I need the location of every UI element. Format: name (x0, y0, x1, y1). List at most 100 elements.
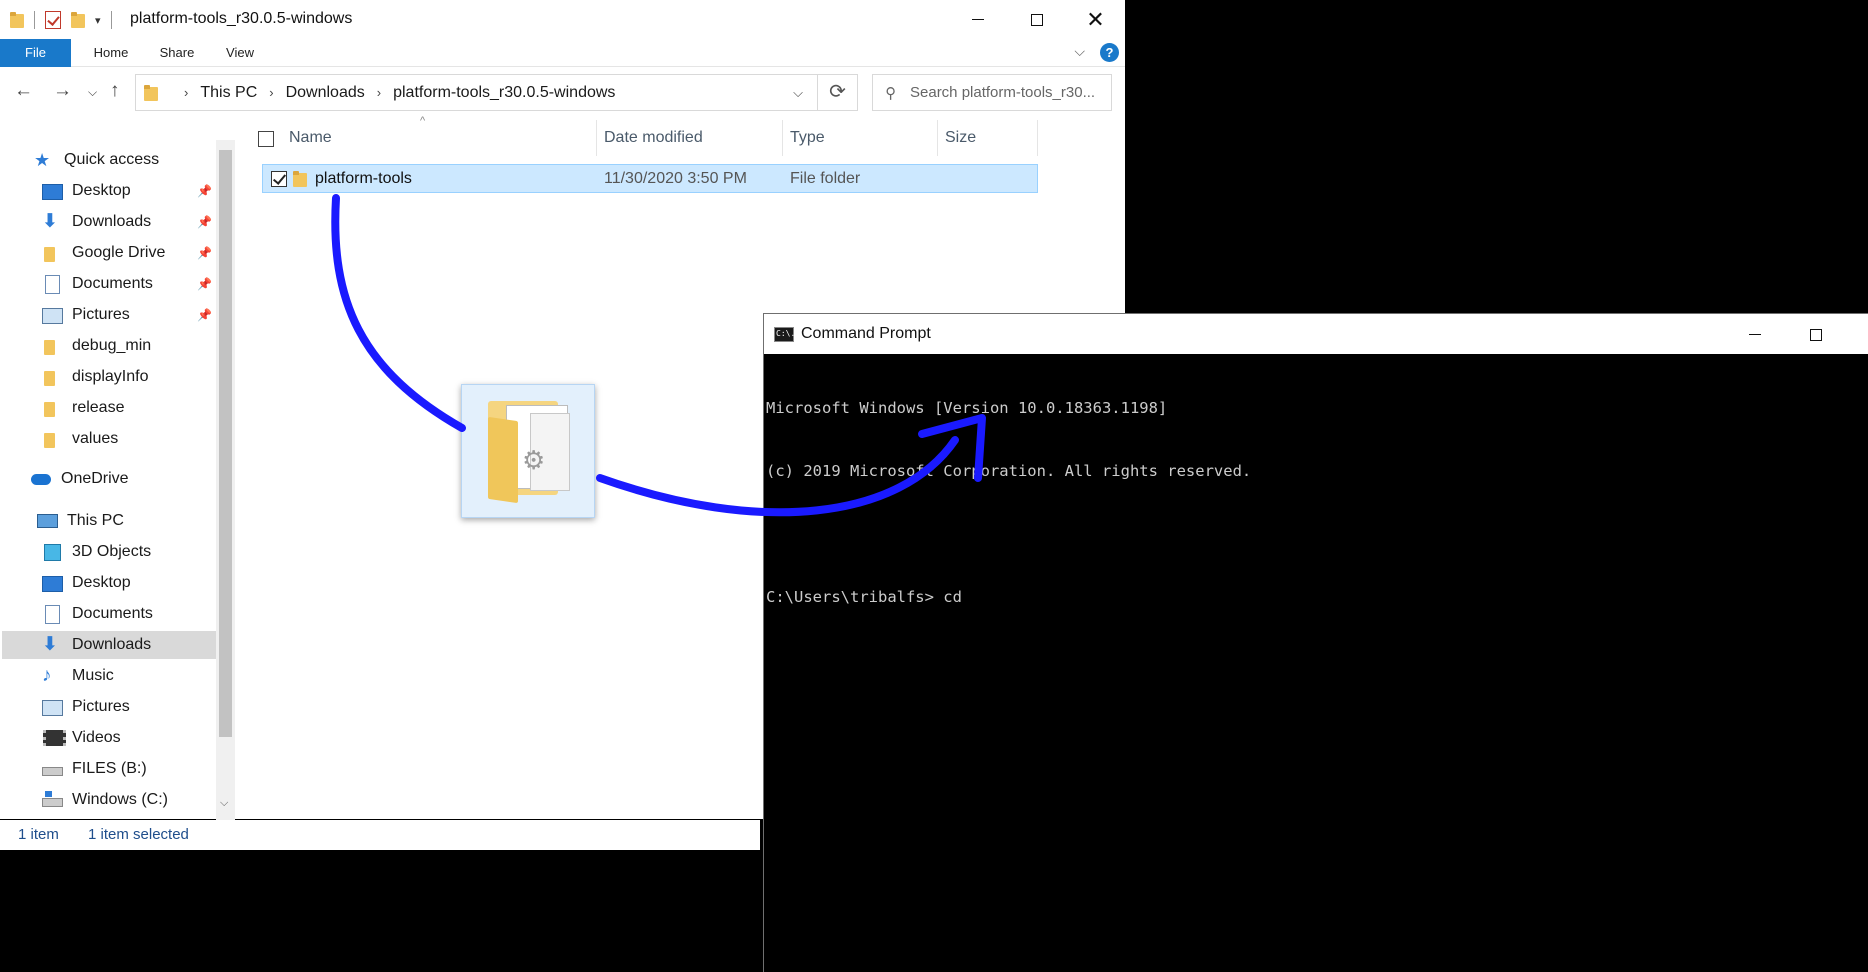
folder-icon (10, 12, 24, 28)
toolbar-divider (110, 11, 112, 29)
tab-home[interactable]: Home (86, 39, 136, 67)
download-icon: ⬇ (42, 634, 58, 655)
tab-file[interactable]: File (0, 39, 71, 67)
nav-item-displayinfo[interactable]: displayInfo (42, 363, 149, 391)
nav-item-pictures-pc[interactable]: Pictures (42, 693, 130, 721)
address-bar[interactable]: › This PC › Downloads › platform-tools_r… (135, 74, 818, 111)
maximize-button[interactable] (1007, 0, 1066, 39)
nav-label: Pictures (72, 698, 130, 715)
tab-share[interactable]: Share (152, 39, 202, 67)
minimize-button[interactable] (948, 0, 1007, 39)
select-all-checkbox[interactable] (258, 131, 274, 147)
chevron-right-icon[interactable]: › (377, 85, 381, 100)
new-folder-icon[interactable] (71, 12, 85, 28)
nav-item-desktop[interactable]: Desktop 📌 (42, 177, 212, 205)
help-icon[interactable]: ? (1100, 43, 1119, 62)
pin-icon[interactable]: 📌 (197, 246, 212, 260)
tab-view[interactable]: View (218, 39, 262, 67)
maximize-button[interactable] (1785, 314, 1846, 355)
nav-item-pictures[interactable]: Pictures 📌 (42, 301, 212, 329)
desktop-icon (42, 574, 63, 592)
folder-icon (42, 244, 62, 262)
up-button[interactable]: ↑ (110, 80, 120, 102)
dragged-folder-preview: ⚙ (461, 384, 595, 518)
nav-item-documents[interactable]: Documents 📌 (42, 270, 212, 298)
expand-ribbon-icon[interactable]: ⌵ (1074, 43, 1085, 60)
explorer-titlebar: ▾ platform-tools_r30.0.5-windows ✕ (0, 0, 1125, 39)
column-header-type[interactable]: Type (783, 120, 938, 156)
nav-item-release[interactable]: release (42, 394, 124, 422)
recent-locations-button[interactable]: ⌵ (88, 85, 97, 100)
search-input[interactable]: ⚲ Search platform-tools_r30... (872, 74, 1112, 111)
nav-item-documents-pc[interactable]: Documents (42, 600, 153, 628)
chevron-right-icon[interactable]: › (269, 85, 273, 100)
nav-label: FILES (B:) (72, 760, 147, 777)
forward-button[interactable]: → (53, 80, 72, 102)
file-type: File folder (790, 170, 861, 187)
column-header-date-modified[interactable]: Date modified (597, 120, 783, 156)
customize-toolbar-icon[interactable]: ▾ (95, 14, 101, 27)
console-line: (c) 2019 Microsoft Corporation. All righ… (766, 462, 1252, 480)
nav-item-google-drive[interactable]: Google Drive 📌 (42, 239, 212, 267)
nav-item-values[interactable]: values (42, 425, 118, 453)
breadcrumb-this-pc[interactable]: This PC (200, 84, 257, 102)
pin-icon[interactable]: 📌 (197, 184, 212, 198)
nav-label: Pictures (72, 306, 130, 323)
nav-label: release (72, 399, 125, 416)
nav-this-pc[interactable]: This PC (37, 507, 124, 535)
folder-icon (42, 399, 62, 417)
row-checkbox[interactable] (271, 171, 287, 187)
pictures-icon (42, 306, 63, 324)
breadcrumb-downloads[interactable]: Downloads (286, 84, 365, 102)
nav-label: Windows (C:) (72, 791, 169, 808)
pin-icon[interactable]: 📌 (197, 277, 212, 291)
navigation-bar: ← → ⌵ ↑ › This PC › Downloads › platform… (0, 72, 1125, 112)
nav-item-windows-drive[interactable]: Windows (C:) (42, 786, 168, 814)
nav-item-3d-objects[interactable]: 3D Objects (42, 538, 151, 566)
navigation-scrollbar[interactable]: ⌵ (216, 140, 235, 820)
file-row-platform-tools[interactable]: platform-tools 11/30/2020 3:50 PM File f… (262, 164, 1038, 193)
folder-front-shape (488, 416, 518, 504)
minimize-icon (1748, 334, 1761, 335)
ribbon-tabs: File Home Share View ⌵ ? (0, 39, 1125, 67)
minimize-button[interactable] (1724, 314, 1785, 355)
minimize-icon (971, 19, 984, 20)
nav-onedrive[interactable]: OneDrive (31, 465, 129, 493)
breadcrumb-current-folder[interactable]: platform-tools_r30.0.5-windows (393, 84, 615, 102)
nav-label: Quick access (64, 151, 160, 168)
refresh-button[interactable]: ⟳ (818, 74, 858, 111)
nav-item-videos[interactable]: Videos (42, 724, 121, 752)
close-button[interactable]: ✕ (1846, 314, 1868, 355)
pin-icon[interactable]: 📌 (197, 215, 212, 229)
nav-item-debug-min[interactable]: debug_min (42, 332, 151, 360)
console-prompt-line[interactable]: C:\Users\tribalfs> cd (766, 587, 1868, 608)
console-output[interactable]: Microsoft Windows [Version 10.0.18363.11… (763, 354, 1868, 972)
nav-quick-access[interactable]: ★ Quick access (34, 146, 159, 174)
column-header-name[interactable]: Name (282, 120, 597, 156)
onedrive-cloud-icon (31, 470, 51, 488)
maximize-icon (1030, 13, 1043, 26)
column-header-size[interactable]: Size (938, 120, 1038, 156)
film-icon (42, 729, 66, 747)
nav-item-downloads-pc[interactable]: ⬇ Downloads (2, 631, 216, 659)
back-button[interactable]: ← (14, 80, 33, 102)
windows-drive-icon (42, 791, 63, 809)
computer-icon (37, 512, 58, 530)
nav-item-music[interactable]: ♪ Music (42, 662, 114, 690)
toolbar-divider (34, 11, 35, 29)
scrollbar-thumb[interactable] (219, 150, 232, 737)
gear-icon: ⚙ (522, 445, 546, 475)
chevron-down-icon[interactable]: ⌵ (793, 85, 803, 101)
pin-icon[interactable]: 📌 (197, 308, 212, 322)
nav-item-desktop-pc[interactable]: Desktop (42, 569, 131, 597)
properties-icon[interactable] (45, 11, 61, 29)
close-icon: ✕ (1086, 6, 1105, 32)
scroll-down-icon[interactable]: ⌵ (220, 797, 228, 810)
chevron-right-icon[interactable]: › (184, 85, 188, 100)
nav-label: Desktop (72, 182, 131, 199)
nav-item-downloads[interactable]: ⬇ Downloads 📌 (42, 208, 212, 236)
status-bar: 1 item 1 item selected (0, 820, 760, 850)
close-button[interactable]: ✕ (1066, 0, 1125, 39)
nav-item-files-drive[interactable]: FILES (B:) (42, 755, 147, 783)
drive-icon (42, 760, 63, 778)
